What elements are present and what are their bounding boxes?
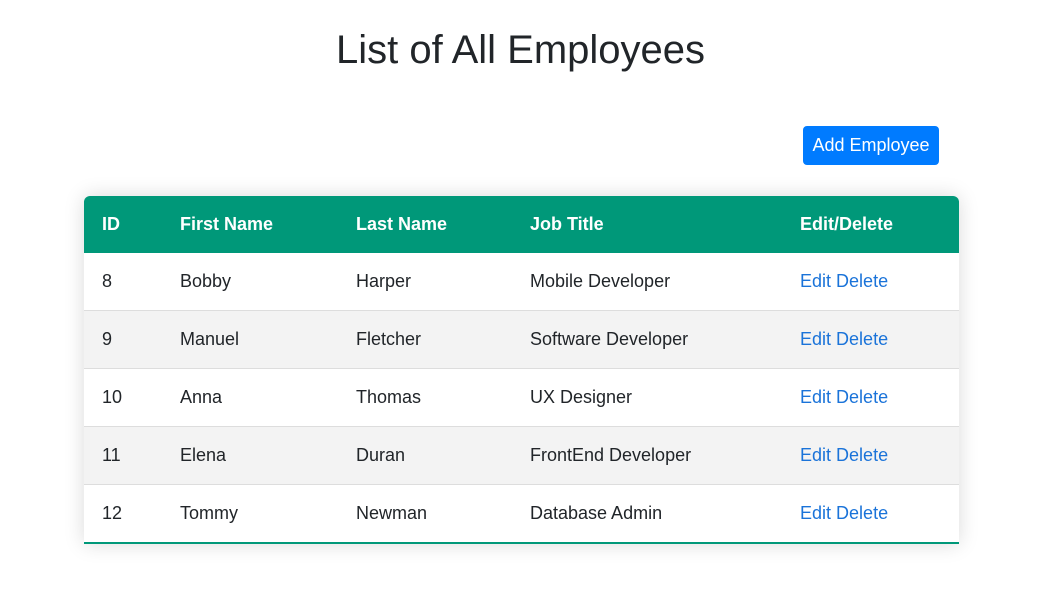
cell-first-name: Manuel <box>180 310 356 369</box>
cell-id: 10 <box>84 368 180 427</box>
edit-link[interactable]: Edit <box>800 387 831 407</box>
cell-job-title: FrontEnd Developer <box>530 426 800 485</box>
cell-actions: Edit Delete <box>800 426 959 485</box>
cell-actions: Edit Delete <box>800 484 959 544</box>
table-row: 8 Bobby Harper Mobile Developer Edit Del… <box>84 253 959 311</box>
cell-id: 9 <box>84 310 180 369</box>
page: List of All Employees Add Employee ID Fi… <box>0 0 1058 613</box>
column-header-id: ID <box>102 214 120 234</box>
cell-id: 11 <box>84 426 180 485</box>
table-body: 8 Bobby Harper Mobile Developer Edit Del… <box>84 253 959 544</box>
delete-link[interactable]: Delete <box>836 503 888 523</box>
cell-job-title: Database Admin <box>530 484 800 544</box>
cell-actions: Edit Delete <box>800 310 959 369</box>
cell-job-title: Mobile Developer <box>530 253 800 311</box>
edit-link[interactable]: Edit <box>800 445 831 465</box>
cell-last-name: Duran <box>356 426 530 485</box>
cell-actions: Edit Delete <box>800 253 959 311</box>
column-header-first-name: First Name <box>180 214 274 234</box>
table-row: 12 Tommy Newman Database Admin Edit Dele… <box>84 484 959 544</box>
table-header: ID First Name Last Name Job Title Edit/D… <box>84 196 959 253</box>
delete-link[interactable]: Delete <box>836 271 888 291</box>
edit-link[interactable]: Edit <box>800 271 831 291</box>
delete-link[interactable]: Delete <box>836 329 888 349</box>
cell-first-name: Elena <box>180 426 356 485</box>
cell-job-title: UX Designer <box>530 368 800 427</box>
edit-link[interactable]: Edit <box>800 503 831 523</box>
cell-first-name: Tommy <box>180 484 356 544</box>
cell-last-name: Fletcher <box>356 310 530 369</box>
cell-actions: Edit Delete <box>800 368 959 427</box>
page-title: List of All Employees <box>335 28 706 72</box>
employees-table: ID First Name Last Name Job Title Edit/D… <box>84 196 959 544</box>
add-employee-button[interactable]: Add Employee <box>803 126 939 165</box>
delete-link[interactable]: Delete <box>836 387 888 407</box>
column-header-edit-delete: Edit/Delete <box>800 214 894 234</box>
table-header-row: ID First Name Last Name Job Title Edit/D… <box>84 196 959 253</box>
cell-last-name: Newman <box>356 484 530 544</box>
edit-link[interactable]: Edit <box>800 329 831 349</box>
delete-link[interactable]: Delete <box>836 445 888 465</box>
table-row: 11 Elena Duran FrontEnd Developer Edit D… <box>84 426 959 485</box>
cell-last-name: Thomas <box>356 368 530 427</box>
column-header-last-name: Last Name <box>356 214 448 234</box>
table-row: 9 Manuel Fletcher Software Developer Edi… <box>84 310 959 369</box>
cell-first-name: Anna <box>180 368 356 427</box>
cell-id: 8 <box>84 253 180 311</box>
cell-first-name: Bobby <box>180 253 356 311</box>
cell-id: 12 <box>84 484 180 544</box>
cell-last-name: Harper <box>356 253 530 311</box>
cell-job-title: Software Developer <box>530 310 800 369</box>
employees-table-container: ID First Name Last Name Job Title Edit/D… <box>84 196 959 544</box>
table-row: 10 Anna Thomas UX Designer Edit Delete <box>84 368 959 427</box>
column-header-job-title: Job Title <box>530 214 604 234</box>
